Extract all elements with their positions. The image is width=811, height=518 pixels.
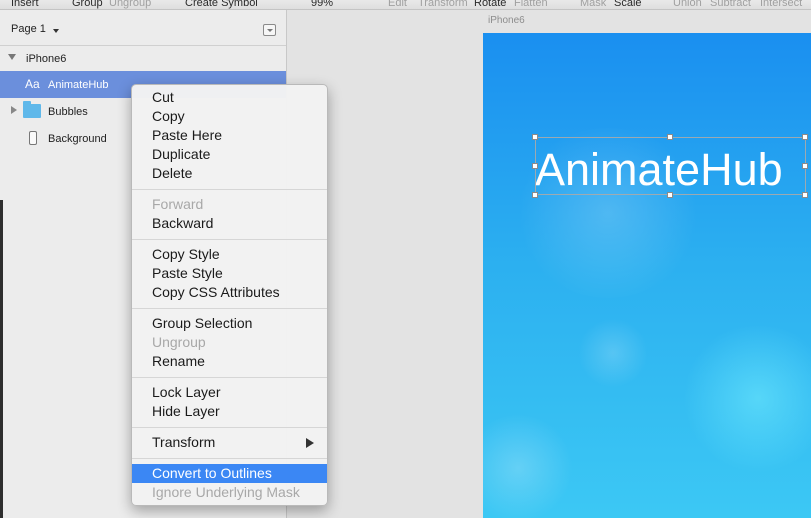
menu-item-ignore-mask[interactable]: Ignore Underlying Mask — [132, 483, 327, 502]
collapse-pages-icon[interactable] — [263, 24, 276, 36]
menu-item-lock-layer[interactable]: Lock Layer — [132, 383, 327, 402]
menu-item-copy[interactable]: Copy — [132, 107, 327, 126]
scale-button[interactable]: Scale — [614, 0, 642, 9]
edit-button[interactable]: Edit — [388, 0, 407, 9]
page-selector[interactable]: Page 1 — [0, 10, 286, 46]
menu-item-label: Transform — [152, 434, 216, 450]
menu-separator — [132, 458, 327, 459]
menu-item-transform[interactable]: Transform — [132, 433, 327, 452]
resize-handle-bottom[interactable] — [667, 192, 673, 198]
menu-item-delete[interactable]: Delete — [132, 164, 327, 183]
chevron-down-icon[interactable] — [53, 29, 59, 33]
context-menu: Cut Copy Paste Here Duplicate Delete For… — [131, 84, 328, 506]
layer-label: Background — [48, 133, 107, 145]
menu-separator — [132, 189, 327, 190]
page-label: Page 1 — [11, 23, 46, 35]
mask-button[interactable]: Mask — [580, 0, 606, 9]
disclosure-open-icon[interactable] — [8, 54, 16, 60]
subtract-button[interactable]: Subtract — [710, 0, 751, 9]
menu-item-duplicate[interactable]: Duplicate — [132, 145, 327, 164]
text-layer-icon: Aa — [25, 77, 40, 91]
menu-item-copy-css[interactable]: Copy CSS Attributes — [132, 283, 327, 302]
resize-handle-left[interactable] — [532, 163, 538, 169]
menu-separator — [132, 377, 327, 378]
artboard[interactable] — [483, 33, 811, 518]
layer-label: AnimateHub — [48, 79, 109, 91]
folder-icon — [23, 101, 41, 118]
submenu-arrow-icon — [306, 438, 314, 448]
resize-handle-bottom-left[interactable] — [532, 192, 538, 198]
bubble — [578, 318, 648, 388]
menu-item-convert-outlines[interactable]: Convert to Outlines — [132, 464, 327, 483]
resize-handle-top[interactable] — [667, 134, 673, 140]
toolbar: Insert Group Ungroup Create Symbol 99% E… — [0, 0, 811, 10]
rectangle-icon — [29, 131, 37, 145]
artboard-title[interactable]: iPhone6 — [488, 15, 525, 26]
bubble — [683, 323, 811, 473]
menu-item-ungroup[interactable]: Ungroup — [132, 333, 327, 352]
menu-separator — [132, 427, 327, 428]
group-button[interactable]: Group — [72, 0, 103, 9]
selection-box[interactable] — [535, 137, 806, 195]
ungroup-button[interactable]: Ungroup — [109, 0, 151, 9]
flatten-button[interactable]: Flatten — [514, 0, 548, 9]
layer-label: Bubbles — [48, 106, 88, 118]
rotate-button[interactable]: Rotate — [474, 0, 506, 9]
bubble — [483, 413, 573, 518]
menu-item-cut[interactable]: Cut — [132, 88, 327, 107]
menu-item-backward[interactable]: Backward — [132, 214, 327, 233]
panel-edge — [0, 200, 3, 518]
menu-item-paste-here[interactable]: Paste Here — [132, 126, 327, 145]
resize-handle-right[interactable] — [802, 163, 808, 169]
menu-separator — [132, 239, 327, 240]
menu-item-group-selection[interactable]: Group Selection — [132, 314, 327, 333]
menu-item-hide-layer[interactable]: Hide Layer — [132, 402, 327, 421]
layer-label: iPhone6 — [26, 53, 67, 65]
resize-handle-top-right[interactable] — [802, 134, 808, 140]
insert-button[interactable]: Insert — [11, 0, 39, 9]
layer-row-artboard[interactable]: iPhone6 — [0, 45, 286, 72]
menu-item-copy-style[interactable]: Copy Style — [132, 245, 327, 264]
intersect-button[interactable]: Intersect — [760, 0, 802, 9]
resize-handle-top-left[interactable] — [532, 134, 538, 140]
menu-item-rename[interactable]: Rename — [132, 352, 327, 371]
menu-item-paste-style[interactable]: Paste Style — [132, 264, 327, 283]
menu-item-forward[interactable]: Forward — [132, 195, 327, 214]
zoom-level[interactable]: 99% — [311, 0, 333, 9]
union-button[interactable]: Union — [673, 0, 702, 9]
resize-handle-bottom-right[interactable] — [802, 192, 808, 198]
transform-button[interactable]: Transform — [418, 0, 468, 9]
create-symbol-button[interactable]: Create Symbol — [185, 0, 258, 9]
menu-separator — [132, 308, 327, 309]
disclosure-closed-icon[interactable] — [11, 106, 17, 114]
